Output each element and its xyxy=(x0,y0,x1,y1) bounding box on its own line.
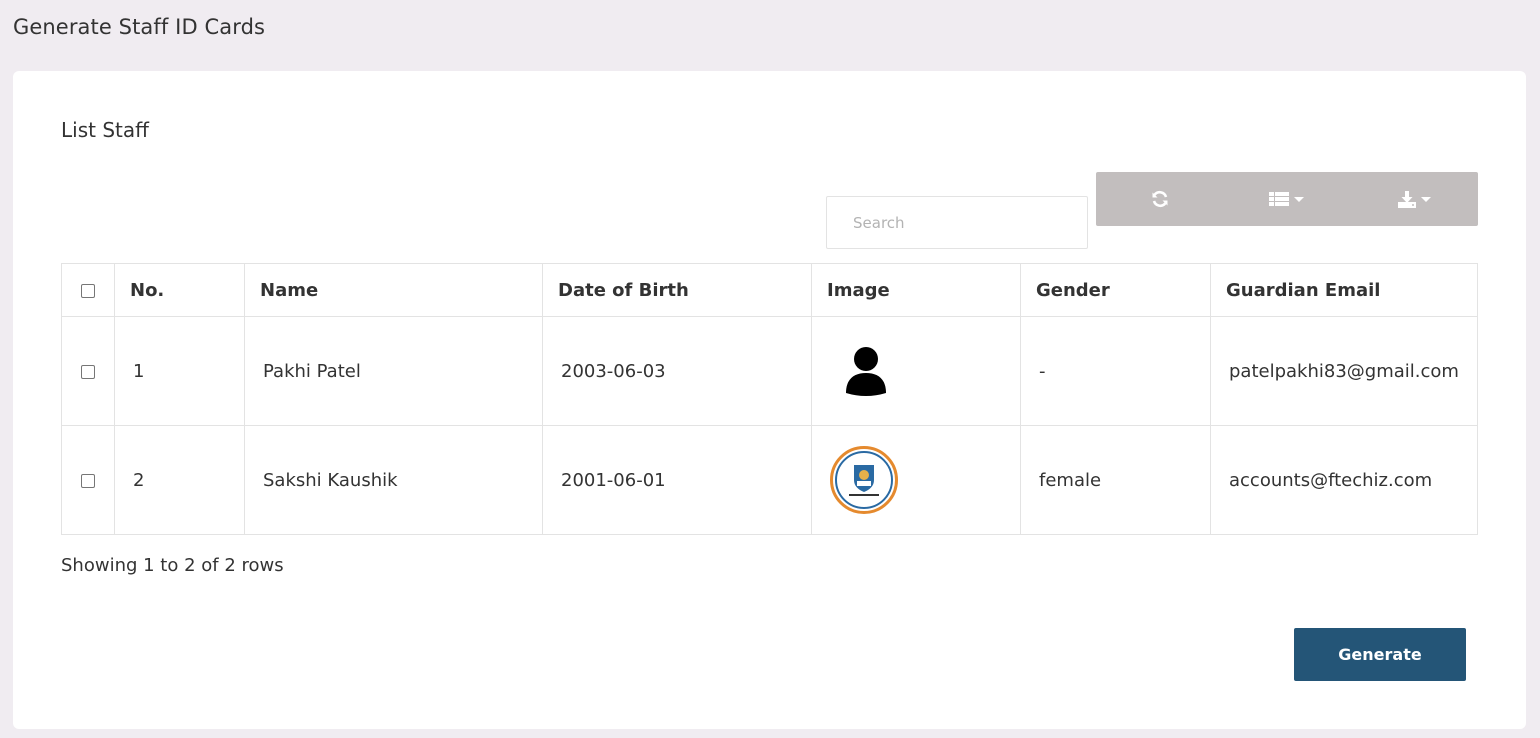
column-header-no[interactable]: No. xyxy=(114,263,245,317)
table-toolbar xyxy=(1096,172,1478,226)
select-all-cell xyxy=(61,263,115,317)
row-number: 1 xyxy=(114,316,245,426)
date-of-birth: 2003-06-03 xyxy=(542,316,812,426)
gender: - xyxy=(1020,316,1211,426)
card-title: List Staff xyxy=(61,118,149,142)
row-checkbox[interactable] xyxy=(81,364,95,379)
date-of-birth: 2001-06-01 xyxy=(542,425,812,535)
export-download-icon xyxy=(1397,190,1416,208)
user-silhouette-icon xyxy=(846,347,886,396)
gender: female xyxy=(1020,425,1211,535)
guardian-email: accounts@ftechiz.com xyxy=(1210,425,1478,535)
row-checkbox[interactable] xyxy=(81,473,95,488)
select-all-checkbox[interactable] xyxy=(81,283,95,298)
table-header-row: No. Name Date of Birth Image Gender Guar… xyxy=(61,263,1478,317)
refresh-icon xyxy=(1152,190,1168,208)
page-title: Generate Staff ID Cards xyxy=(13,15,266,39)
chevron-down-icon xyxy=(1294,196,1305,202)
chevron-down-icon xyxy=(1420,196,1431,202)
column-header-image[interactable]: Image xyxy=(811,263,1021,317)
staff-table: No. Name Date of Birth Image Gender Guar… xyxy=(61,263,1478,535)
staff-image-cell xyxy=(811,316,1021,426)
staff-image-cell xyxy=(811,425,1021,535)
row-number: 2 xyxy=(114,425,245,535)
columns-list-icon xyxy=(1269,192,1290,206)
columns-toggle-button[interactable] xyxy=(1223,172,1350,226)
generate-button[interactable]: Generate xyxy=(1294,628,1466,681)
column-header-gender[interactable]: Gender xyxy=(1020,263,1211,317)
school-crest-icon xyxy=(849,465,879,496)
column-header-name[interactable]: Name xyxy=(244,263,543,317)
column-header-date-of-birth[interactable]: Date of Birth xyxy=(542,263,812,317)
table-row: 1 Pakhi Patel 2003-06-03 - patelpakhi83@… xyxy=(61,316,1478,426)
row-select-cell xyxy=(61,316,115,426)
export-button[interactable] xyxy=(1351,172,1478,226)
refresh-button[interactable] xyxy=(1096,172,1223,226)
staff-list-card: List Staff Search No. Name Date of Birth… xyxy=(13,71,1526,729)
guardian-email: patelpakhi83@gmail.com xyxy=(1210,316,1478,426)
pagination-info: Showing 1 to 2 of 2 rows xyxy=(61,555,284,576)
staff-name: Sakshi Kaushik xyxy=(244,425,543,535)
column-header-guardian-email[interactable]: Guardian Email xyxy=(1210,263,1478,317)
staff-name: Pakhi Patel xyxy=(244,316,543,426)
row-select-cell xyxy=(61,425,115,535)
table-row: 2 Sakshi Kaushik 2001-06-01 female accou… xyxy=(61,425,1478,535)
school-logo xyxy=(830,446,898,514)
search-input[interactable] xyxy=(826,196,1088,249)
